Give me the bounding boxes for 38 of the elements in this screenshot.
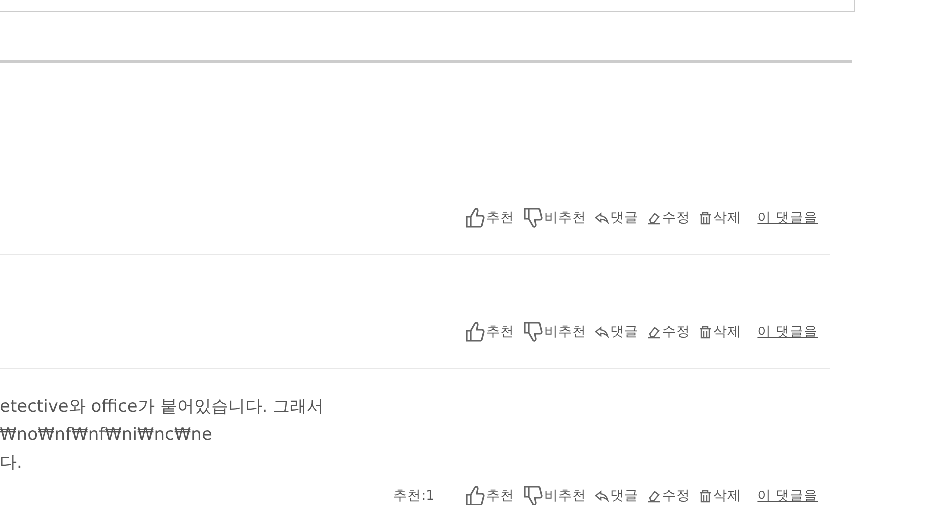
reply-button[interactable]: 댓글 (594, 487, 639, 505)
dislike-button[interactable]: 비추천 (522, 207, 587, 229)
reply-button[interactable]: 댓글 (594, 323, 639, 341)
thumbs-down-icon (522, 207, 543, 229)
thumbs-up-icon (464, 207, 485, 229)
edit-button[interactable]: 수정 (646, 487, 691, 505)
dislike-button[interactable]: 비추천 (522, 485, 587, 505)
comment-link[interactable]: 이 댓글을 (758, 487, 818, 505)
like-button[interactable]: 추천 (464, 207, 515, 229)
eraser-icon (646, 490, 661, 502)
delete-button[interactable]: 삭제 (698, 323, 742, 341)
comment-link[interactable]: 이 댓글을 (758, 323, 818, 341)
like-button[interactable]: 추천 (464, 321, 515, 343)
comment-text: etective와 office가 붙어있습니다. 그래서 (0, 396, 326, 419)
thumbs-up-icon (464, 485, 485, 505)
trash-icon (698, 326, 712, 338)
eraser-icon (646, 212, 661, 224)
delete-button[interactable]: 삭제 (698, 487, 742, 505)
comment-text: 다. (0, 452, 24, 475)
thumbs-up-icon (464, 321, 485, 343)
eraser-icon (646, 326, 661, 338)
reply-icon (594, 490, 609, 502)
delete-button[interactable]: 삭제 (698, 209, 742, 227)
trash-icon (698, 212, 712, 224)
trash-icon (698, 490, 712, 502)
reply-icon (594, 326, 609, 338)
edit-button[interactable]: 수정 (646, 209, 691, 227)
comment-link[interactable]: 이 댓글을 (758, 209, 818, 227)
edit-button[interactable]: 수정 (646, 323, 691, 341)
thumbs-down-icon (522, 485, 543, 505)
reply-icon (594, 212, 609, 224)
recommend-count: 추천:1 (394, 487, 435, 505)
like-button[interactable]: 추천 (464, 485, 515, 505)
thumbs-down-icon (522, 321, 543, 343)
dislike-button[interactable]: 비추천 (522, 321, 587, 343)
reply-button[interactable]: 댓글 (594, 209, 639, 227)
comment-text: ₩no₩nf₩nf₩ni₩nc₩ne (0, 424, 214, 447)
text-area[interactable] (0, 0, 855, 12)
